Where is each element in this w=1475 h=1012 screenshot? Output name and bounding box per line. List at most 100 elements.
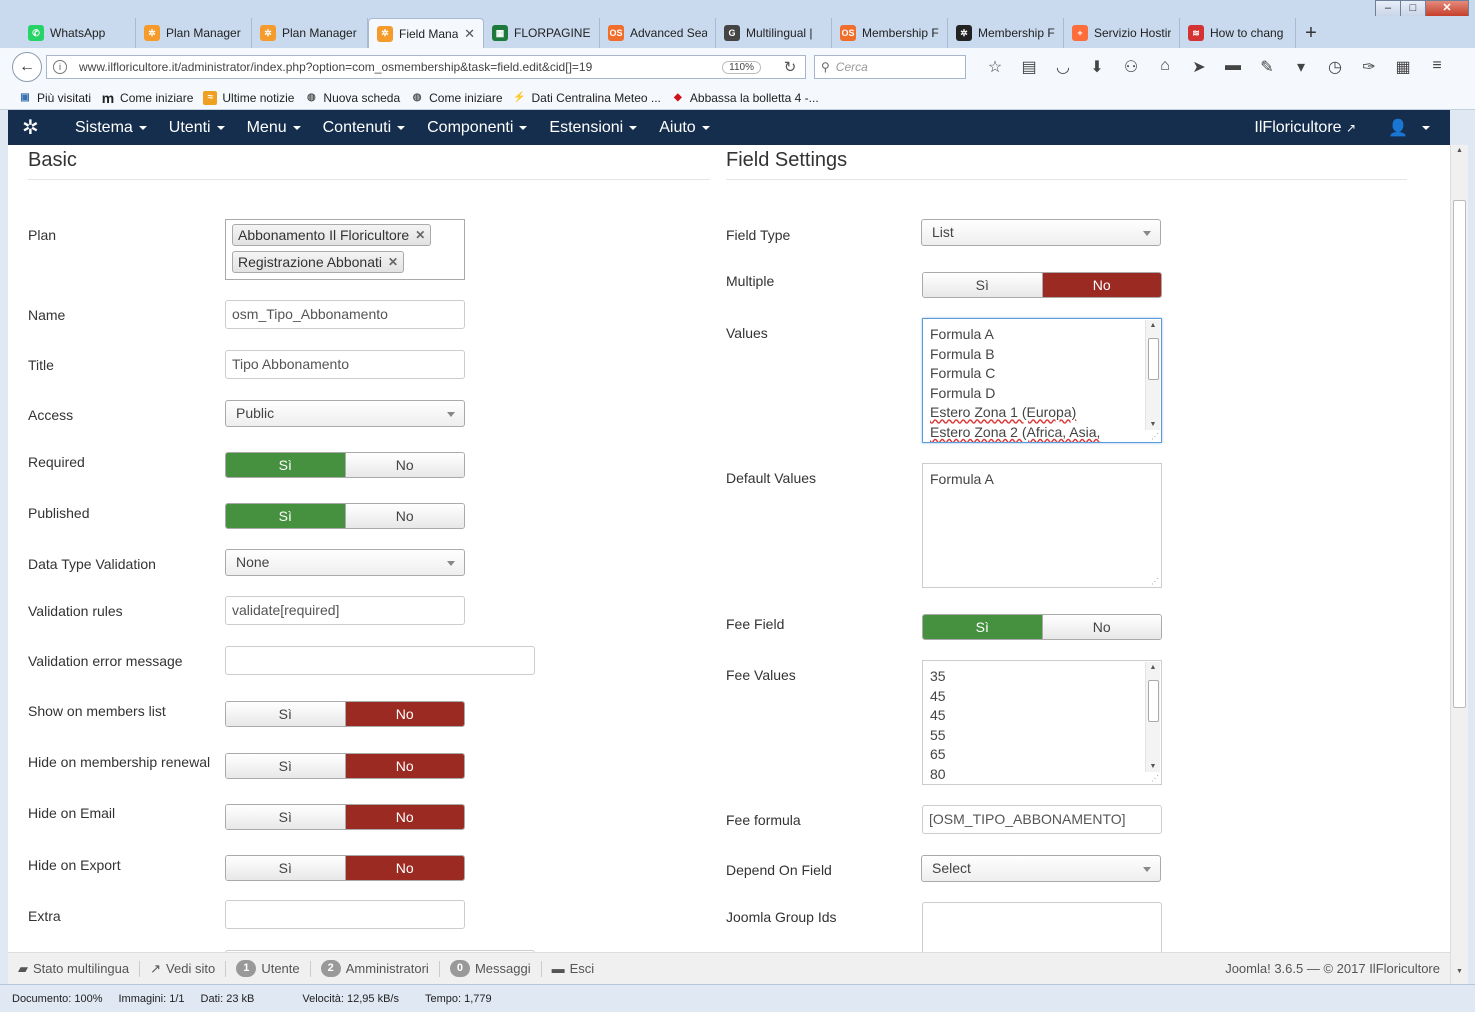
scroll-down-icon[interactable]: ▼ — [1451, 968, 1468, 982]
scroll-down-icon[interactable]: ▼ — [1146, 763, 1160, 770]
tools-icon[interactable]: ✑ — [1352, 57, 1386, 77]
plan-chip[interactable]: Registrazione Abbonati ✕ — [232, 251, 405, 273]
admin-menu-componenti[interactable]: Componenti — [416, 119, 538, 137]
show-on-members-list-yes[interactable]: Sì — [226, 702, 345, 726]
browser-tab[interactable]: ✲ Plan Manager — [252, 18, 368, 48]
hide-on-email-yes[interactable]: Sì — [226, 805, 345, 829]
resize-grip-icon[interactable]: ⋰ — [1151, 774, 1159, 783]
dropdown-icon[interactable]: ▾ — [1284, 57, 1318, 77]
pocket-icon[interactable]: ◡ — [1046, 57, 1080, 77]
scroll-up-icon[interactable]: ▲ — [1451, 147, 1468, 161]
admin-menu-aiuto[interactable]: Aiuto — [648, 119, 720, 137]
qr-icon[interactable]: ▦ — [1386, 57, 1420, 77]
browser-tab[interactable]: ▦ FLORPAGINE — [484, 18, 600, 48]
hide-on-renewal-yes[interactable]: Sì — [226, 754, 345, 778]
multilang-status[interactable]: ▰ Stato multilingua — [8, 960, 141, 977]
home-icon[interactable]: ⌂ — [1148, 57, 1182, 77]
admin-menu-contenuti[interactable]: Contenuti — [312, 119, 417, 137]
browser-tab[interactable]: ✲ Field Mana ✕ — [368, 18, 484, 48]
bookmark-item[interactable]: m Come iniziare — [101, 90, 194, 106]
resize-grip-icon[interactable]: ⋰ — [1151, 432, 1159, 441]
browser-tab[interactable]: ✆ WhatsApp — [20, 18, 136, 48]
page-scroll-thumb[interactable] — [1453, 200, 1466, 708]
messages-status[interactable]: 0 Messaggi — [440, 960, 542, 977]
hide-on-export-yes[interactable]: Sì — [226, 856, 345, 880]
browser-tab[interactable]: + Servizio Hostir — [1064, 18, 1180, 48]
bookmark-item[interactable]: ◆ Abbassa la bolletta 4 -... — [671, 91, 819, 105]
page-scrollbar[interactable]: ▲ ▼ — [1450, 145, 1468, 984]
account-icon[interactable]: ⚇ — [1114, 57, 1148, 77]
default-values-textarea[interactable]: Formula A ⋰ — [922, 463, 1162, 588]
browser-tab[interactable]: OS Advanced Sea — [600, 18, 716, 48]
user-menu[interactable]: 👤 — [1388, 118, 1430, 138]
reading-list-icon[interactable]: ▤ — [1012, 57, 1046, 77]
data-type-validation-select[interactable]: None — [225, 549, 465, 576]
close-tab-icon[interactable]: ✕ — [464, 26, 475, 42]
multiple-yes[interactable]: Sì — [923, 273, 1042, 297]
values-scrollbar[interactable]: ▲ ▼ — [1145, 320, 1160, 430]
bookmark-item[interactable]: ◍ Nuova scheda — [304, 91, 400, 105]
browser-tab[interactable]: ≋ How to chang — [1180, 18, 1296, 48]
browser-tab[interactable]: G Multilingual | — [716, 18, 832, 48]
extension-icon[interactable]: ▬ — [1216, 57, 1250, 77]
bookmark-star-icon[interactable]: ☆ — [978, 57, 1012, 77]
admin-menu-sistema[interactable]: Sistema — [64, 119, 158, 137]
download-icon[interactable]: ⬇ — [1080, 57, 1114, 77]
joomla-logo-icon[interactable]: ✲ — [22, 115, 64, 140]
browser-tab[interactable]: ✲ Membership F — [948, 18, 1064, 48]
access-select[interactable]: Public — [225, 400, 465, 427]
required-yes[interactable]: Sì — [226, 453, 345, 477]
search-input[interactable]: ⚲ Cerca — [814, 55, 966, 79]
bookmark-item[interactable]: ▣ Più visitati — [18, 91, 91, 105]
zoom-indicator[interactable]: 110% — [722, 60, 761, 74]
plan-chip[interactable]: Abbonamento Il Floricultore ✕ — [232, 224, 432, 246]
hide-on-email-no[interactable]: No — [344, 805, 464, 829]
name-input[interactable]: osm_Tipo_Abbonamento — [225, 300, 465, 329]
resize-grip-icon[interactable]: ⋰ — [1151, 577, 1159, 586]
fee-values-textarea[interactable]: 35 45 45 55 65 80 ▲ ▼ ⋰ — [922, 660, 1162, 785]
admin-menu-utenti[interactable]: Utenti — [158, 119, 236, 137]
new-tab-button[interactable]: + — [1296, 18, 1326, 48]
validation-error-message-input[interactable] — [225, 646, 535, 675]
view-site-link[interactable]: ↗ Vedi sito — [140, 960, 227, 977]
published-yes[interactable]: Sì — [226, 504, 345, 528]
fee-formula-input[interactable]: [OSM_TIPO_ABBONAMENTO] — [922, 805, 1162, 834]
bookmark-item[interactable]: ≈ Ultime notizie — [203, 90, 294, 105]
send-icon[interactable]: ➤ — [1182, 57, 1216, 77]
remove-icon[interactable]: ✕ — [415, 228, 425, 242]
url-text[interactable]: www.ilfloricultore.it/administrator/inde… — [79, 60, 722, 74]
scroll-up-icon[interactable]: ▲ — [1146, 322, 1160, 329]
browser-tab[interactable]: OS Membership F — [832, 18, 948, 48]
admins-status[interactable]: 2 Amministratori — [311, 960, 440, 977]
multiple-no[interactable]: No — [1041, 273, 1161, 297]
logout-link[interactable]: ▬ Esci — [542, 961, 605, 977]
address-bar[interactable]: i www.ilfloricultore.it/administrator/in… — [46, 55, 806, 79]
history-icon[interactable]: ◷ — [1318, 57, 1352, 77]
bookmark-item[interactable]: ⚡ Dati Centralina Meteo ... — [513, 91, 661, 105]
admin-menu-menu[interactable]: Menu — [236, 119, 312, 137]
scroll-down-icon[interactable]: ▼ — [1146, 421, 1160, 428]
users-status[interactable]: 1 Utente — [226, 960, 311, 977]
depend-on-field-select[interactable]: Select — [921, 855, 1161, 882]
hamburger-menu-icon[interactable]: ≡ — [1420, 57, 1454, 77]
reload-icon[interactable]: ↻ — [775, 58, 805, 76]
fee-values-scrollbar[interactable]: ▲ ▼ — [1145, 662, 1160, 772]
plan-multiselect[interactable]: Abbonamento Il Floricultore ✕ Registrazio… — [225, 219, 465, 280]
joomla-group-ids-input[interactable] — [922, 902, 1162, 952]
browser-tab[interactable]: ✲ Plan Manager — [136, 18, 252, 48]
hide-on-renewal-no[interactable]: No — [344, 754, 464, 778]
fee-field-yes[interactable]: Sì — [923, 615, 1042, 639]
scroll-up-icon[interactable]: ▲ — [1146, 664, 1160, 671]
fee-field-no[interactable]: No — [1041, 615, 1161, 639]
back-button[interactable]: ← — [12, 52, 42, 82]
remove-icon[interactable]: ✕ — [388, 255, 398, 269]
addon-icon[interactable]: ✎ — [1250, 57, 1284, 77]
info-icon[interactable]: i — [53, 60, 67, 74]
scroll-thumb[interactable] — [1148, 680, 1159, 722]
admin-menu-estensioni[interactable]: Estensioni — [538, 119, 648, 137]
show-on-members-list-no[interactable]: No — [344, 702, 464, 726]
published-no[interactable]: No — [344, 504, 464, 528]
scroll-thumb[interactable] — [1148, 338, 1159, 380]
site-link[interactable]: IlFloricultore ↗ — [1254, 119, 1356, 137]
title-input[interactable]: Tipo Abbonamento — [225, 350, 465, 379]
